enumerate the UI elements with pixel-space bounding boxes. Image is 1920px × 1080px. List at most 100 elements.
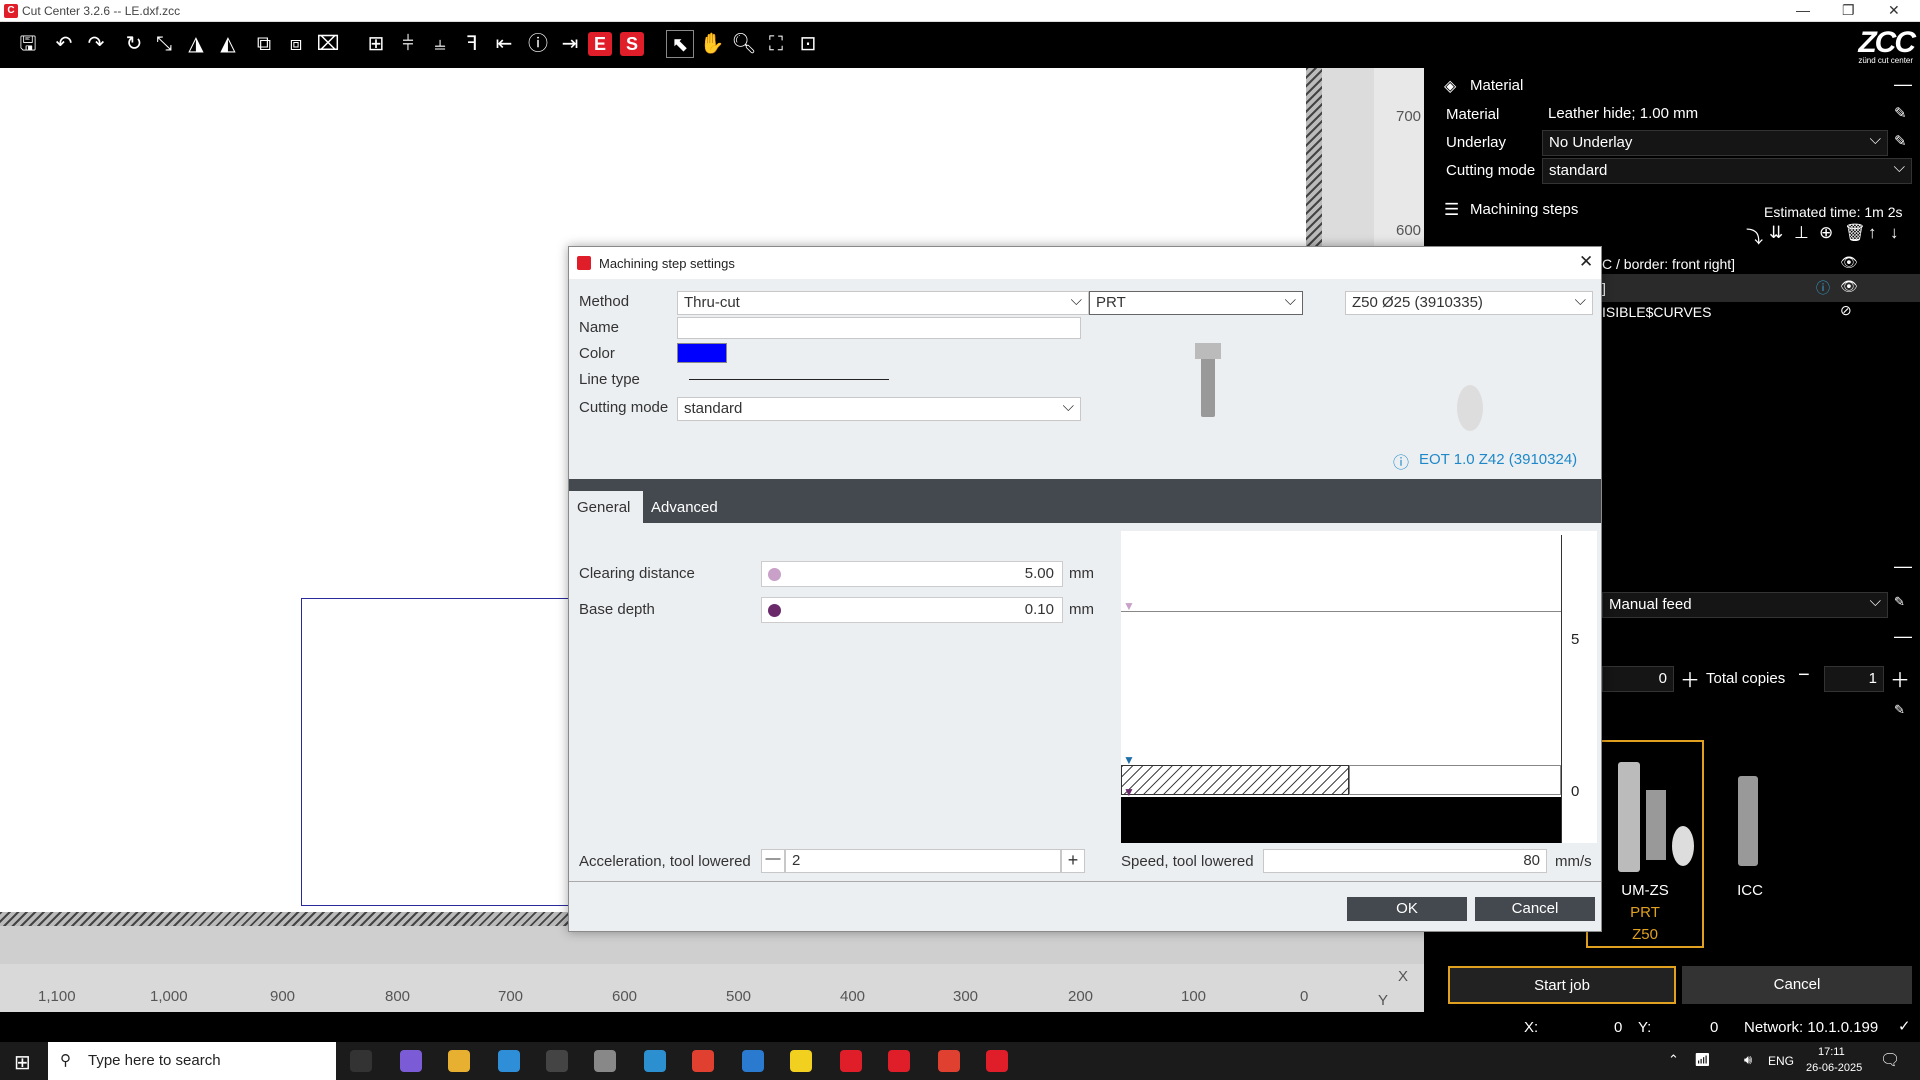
e-icon[interactable]: E bbox=[588, 32, 612, 56]
add-item-icon[interactable]: ⊕ bbox=[1819, 223, 1833, 243]
nesting-icon[interactable]: ⫨ bbox=[426, 30, 454, 58]
feed-select[interactable]: Manual feed ⌵ bbox=[1602, 592, 1888, 618]
decrement-button[interactable]: — bbox=[761, 849, 785, 873]
info-icon[interactable]: ⓘ bbox=[1816, 278, 1830, 298]
ie-icon[interactable] bbox=[498, 1050, 520, 1072]
clearing-distance-slider[interactable]: 5.00 bbox=[761, 561, 1063, 587]
plus-icon[interactable]: ＋ bbox=[1680, 664, 1700, 693]
fp-icon[interactable]: ꟻ bbox=[458, 30, 486, 58]
notifications-icon[interactable]: 🗨︎ bbox=[1880, 1050, 1900, 1070]
edit-pencil-icon[interactable]: ✎ bbox=[1894, 702, 1905, 718]
path-icon[interactable]: ⇤ bbox=[490, 30, 518, 58]
zoom-icon[interactable]: 🔍︎ bbox=[730, 30, 758, 58]
eye-icon[interactable]: 👁︎ bbox=[1840, 254, 1858, 271]
minimize-icon[interactable]: — bbox=[1796, 2, 1810, 18]
close-icon[interactable]: ✕ bbox=[1888, 2, 1900, 19]
save-icon[interactable]: 🖫 bbox=[14, 30, 42, 58]
speed-input[interactable]: 80 bbox=[1263, 849, 1547, 873]
file-explorer-icon[interactable] bbox=[448, 1050, 470, 1072]
tray-chevron-icon[interactable]: ⌃ bbox=[1668, 1052, 1679, 1068]
method-select[interactable]: Thru-cut ⌵ bbox=[677, 291, 1089, 315]
edit-pencil-icon[interactable]: ✎ bbox=[1894, 132, 1907, 150]
collapse-icon[interactable]: — bbox=[1894, 74, 1912, 95]
plus-icon[interactable]: ＋ bbox=[1890, 664, 1910, 693]
step-item[interactable]: ] bbox=[1602, 280, 1606, 296]
language-indicator[interactable]: ENG bbox=[1768, 1054, 1794, 1068]
start-job-button[interactable]: Start job bbox=[1448, 966, 1676, 1004]
group-icon[interactable]: ⧉ bbox=[250, 30, 278, 58]
minus-icon[interactable]: − bbox=[1798, 664, 1810, 687]
edit-pencil-icon[interactable]: ✎ bbox=[1894, 104, 1907, 122]
total-copies-field[interactable]: 1 bbox=[1824, 666, 1884, 692]
undo-icon[interactable]: ↶ bbox=[50, 30, 78, 58]
s-icon[interactable]: S bbox=[620, 32, 644, 56]
restore-icon[interactable]: ❐ bbox=[1842, 2, 1855, 19]
panel-cancel-button[interactable]: Cancel bbox=[1682, 966, 1912, 1004]
volume-icon[interactable]: 🔊︎ bbox=[1744, 1052, 1752, 1068]
step-item[interactable]: C / border: front right] bbox=[1602, 256, 1735, 272]
select-pointer-icon[interactable]: ⬉ bbox=[666, 30, 694, 58]
editor-icon[interactable] bbox=[840, 1050, 862, 1072]
zoom-fit-icon[interactable]: ⛶ bbox=[762, 30, 790, 58]
rotate-icon[interactable]: ↻ bbox=[120, 30, 148, 58]
calculator-icon[interactable] bbox=[594, 1050, 616, 1072]
line-type-sample[interactable] bbox=[689, 379, 889, 380]
copies-field[interactable]: 0 bbox=[1602, 666, 1674, 692]
add-multi-icon[interactable]: ⇊ bbox=[1769, 223, 1783, 243]
slider-handle[interactable] bbox=[768, 604, 781, 617]
app-icon[interactable] bbox=[546, 1050, 568, 1072]
cut-center-icon[interactable] bbox=[888, 1050, 910, 1072]
clock-date[interactable]: 26-06-2025 bbox=[1806, 1062, 1862, 1074]
module-select[interactable]: PRT ⌵ bbox=[1089, 291, 1303, 315]
windows-start-icon[interactable]: ⊞ bbox=[14, 1050, 31, 1075]
align-icon[interactable]: ⊞ bbox=[362, 30, 390, 58]
redo-icon[interactable]: ↷ bbox=[82, 30, 110, 58]
edit-pencil-icon[interactable]: ✎ bbox=[1894, 594, 1905, 610]
slider-handle[interactable] bbox=[768, 568, 781, 581]
zund-icon[interactable] bbox=[986, 1050, 1008, 1072]
pan-hand-icon[interactable]: ✋ bbox=[698, 30, 726, 58]
delete-selection-icon[interactable]: ⌧ bbox=[314, 30, 342, 58]
scale-icon[interactable]: ⤡ bbox=[150, 30, 178, 58]
add-tool-icon[interactable]: ⊥ bbox=[1794, 223, 1809, 243]
close-icon[interactable]: ✕ bbox=[1579, 252, 1593, 272]
copilot-icon[interactable] bbox=[400, 1050, 422, 1072]
import-icon[interactable]: ⇥ bbox=[556, 30, 584, 58]
cancel-button[interactable]: Cancel bbox=[1475, 897, 1595, 921]
blade-info[interactable]: EOT 1.0 Z42 (3910324) bbox=[1419, 451, 1577, 468]
network-icon[interactable]: 📶︎ bbox=[1694, 1052, 1711, 1068]
tab-general[interactable]: General bbox=[569, 491, 643, 523]
trash-icon[interactable]: 🗑︎ bbox=[1844, 223, 1866, 243]
tab-advanced[interactable]: Advanced bbox=[643, 491, 743, 523]
step-item[interactable]: ISIBLE$CURVES bbox=[1602, 304, 1711, 320]
ungroup-icon[interactable]: ⧈ bbox=[282, 30, 310, 58]
tool-card-umzs[interactable]: UM-ZS PRT Z50 bbox=[1586, 740, 1704, 948]
color-swatch[interactable] bbox=[677, 343, 727, 363]
underlay-select[interactable]: No Underlay ⌵ bbox=[1542, 130, 1888, 156]
collapse-icon[interactable]: — bbox=[1894, 626, 1912, 647]
base-depth-slider[interactable]: 0.10 bbox=[761, 597, 1063, 623]
edge-icon[interactable] bbox=[644, 1050, 666, 1072]
eye-icon[interactable]: 👁︎ bbox=[1840, 278, 1858, 295]
name-input[interactable] bbox=[677, 317, 1081, 339]
distribute-icon[interactable]: ⫩ bbox=[394, 30, 422, 58]
drawing-rectangle[interactable] bbox=[301, 598, 581, 906]
eye-hidden-icon[interactable]: ⊘ bbox=[1840, 302, 1852, 319]
zoom-all-icon[interactable]: ⊡ bbox=[794, 30, 822, 58]
move-down-icon[interactable]: ↓ bbox=[1890, 223, 1899, 243]
mirror-vertical-icon[interactable]: ◮ bbox=[182, 30, 210, 58]
clock-time[interactable]: 17:11 bbox=[1818, 1046, 1845, 1058]
chrome-profile-icon[interactable] bbox=[938, 1050, 960, 1072]
tool-select[interactable]: Z50 Ø25 (3910335) ⌵ bbox=[1345, 291, 1593, 315]
sticky-notes-icon[interactable] bbox=[790, 1050, 812, 1072]
cutting-mode-select[interactable]: standard ⌵ bbox=[1542, 158, 1912, 184]
mirror-horizontal-icon[interactable]: ◭ bbox=[214, 30, 242, 58]
increment-button[interactable]: + bbox=[1061, 849, 1085, 873]
acceleration-input[interactable]: 2 bbox=[785, 849, 1061, 873]
info-icon[interactable]: ⓘ bbox=[524, 30, 552, 58]
chrome-icon[interactable] bbox=[692, 1050, 714, 1072]
move-up-icon[interactable]: ↑ bbox=[1868, 223, 1877, 243]
task-view-icon[interactable] bbox=[350, 1050, 372, 1072]
cutting-mode-select[interactable]: standard ⌵ bbox=[677, 397, 1081, 421]
collapse-icon[interactable]: — bbox=[1894, 556, 1912, 577]
